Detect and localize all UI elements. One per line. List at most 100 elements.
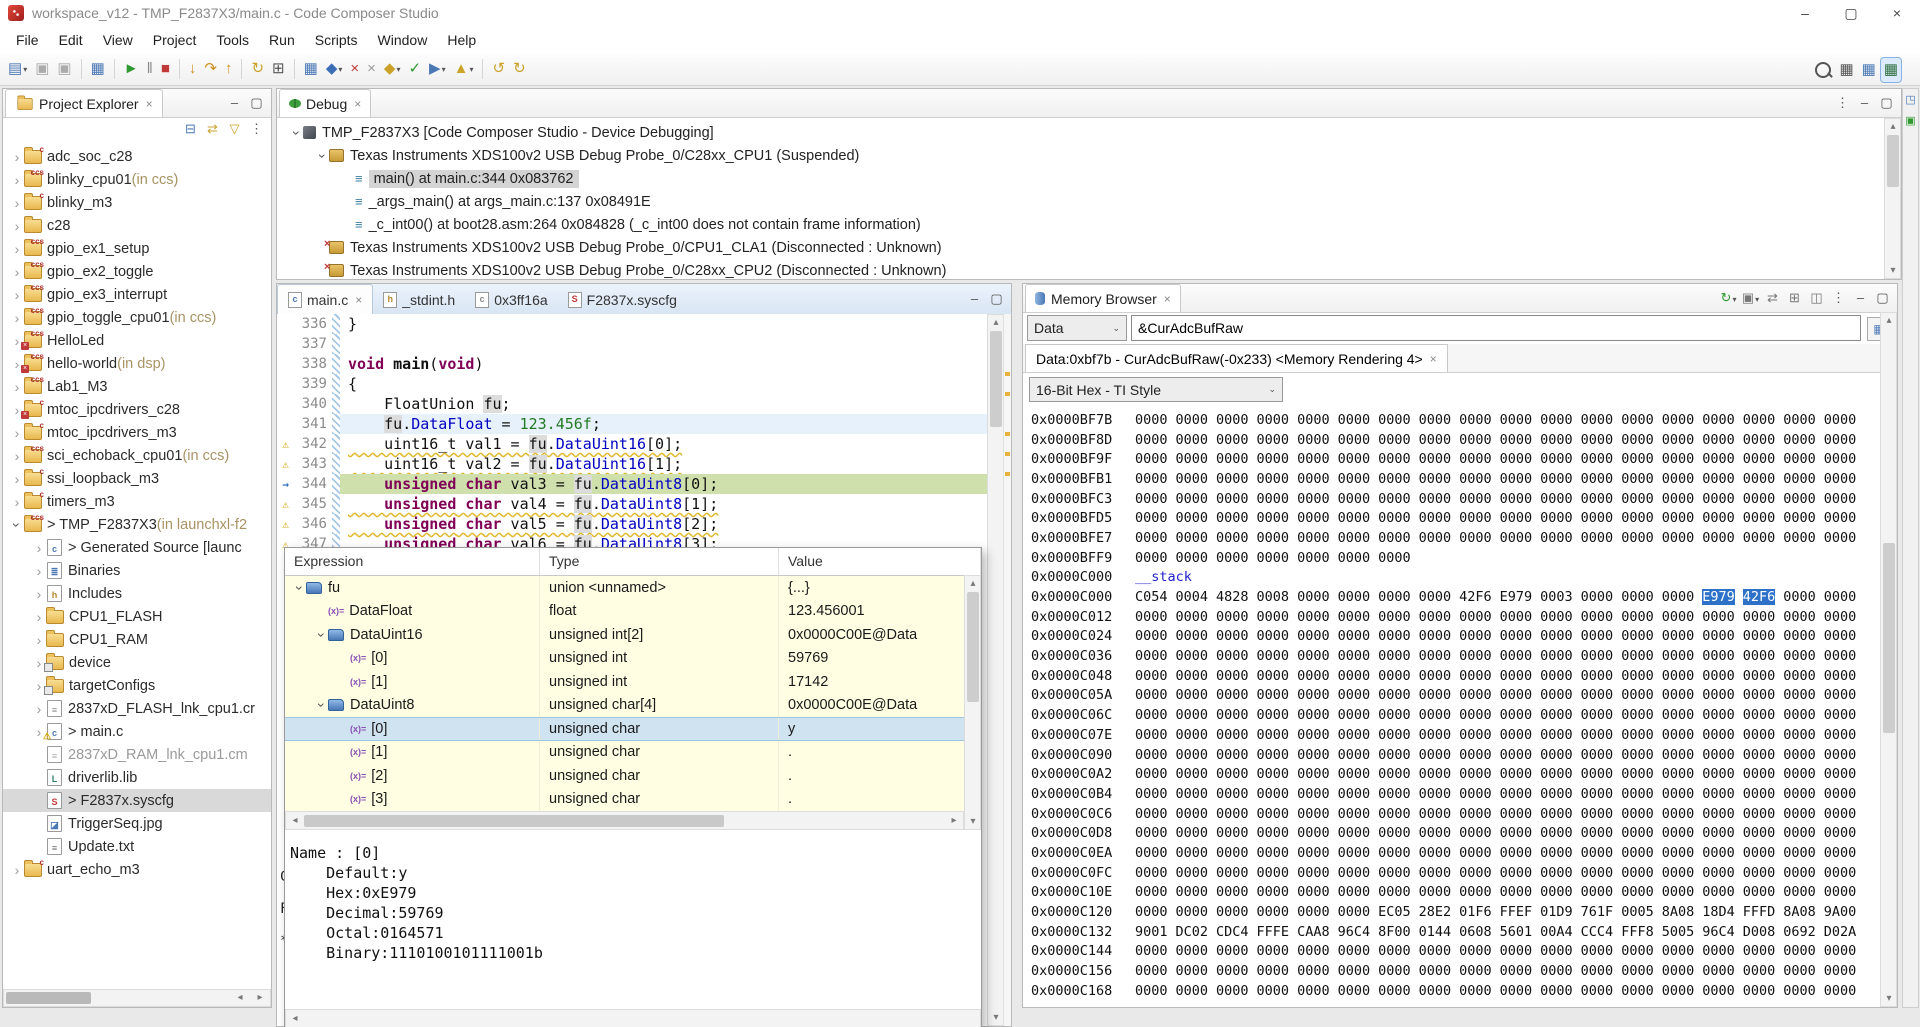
editor-tab-f2837x-syscfg[interactable]: SF2837x.syscfg	[558, 285, 687, 314]
column-value[interactable]: Value	[779, 548, 981, 575]
memory-word[interactable]: 0008	[1257, 589, 1290, 605]
memory-word[interactable]: 0000	[1338, 628, 1371, 644]
memory-word[interactable]: 0000	[1621, 806, 1654, 822]
memory-word[interactable]: 0000	[1419, 707, 1452, 723]
memory-word[interactable]: 8F00	[1378, 924, 1411, 940]
memory-word[interactable]: FFFE	[1257, 924, 1290, 940]
memory-word[interactable]: 0000	[1581, 707, 1614, 723]
memory-word[interactable]: 0000	[1459, 648, 1492, 664]
memory-word[interactable]: 0000	[1419, 747, 1452, 763]
chevron-collapsed-icon[interactable]: ›	[33, 563, 45, 579]
breakpoint-dropdown[interactable]: ◆▾	[323, 57, 346, 81]
project-item[interactable]: ›cblinky_m3	[3, 191, 271, 214]
memory-word[interactable]: 0000	[1500, 471, 1533, 487]
expressions-hscrollbar[interactable]: ◂ ▸	[285, 811, 964, 830]
memory-word[interactable]: 0000	[1135, 609, 1168, 625]
memory-word[interactable]: 0000	[1662, 432, 1695, 448]
memory-word[interactable]: 4828	[1216, 589, 1249, 605]
memory-word[interactable]: 0000	[1540, 510, 1573, 526]
memory-word[interactable]: 0000	[1419, 668, 1452, 684]
new-dropdown[interactable]: ▤▾	[5, 57, 30, 81]
memory-word[interactable]: 0000	[1743, 471, 1776, 487]
memory-word[interactable]: 0000	[1621, 786, 1654, 802]
menu-project[interactable]: Project	[143, 29, 207, 51]
memory-word[interactable]: 0000	[1702, 707, 1735, 723]
memory-word[interactable]: 0000	[1662, 983, 1695, 999]
memory-word[interactable]: 0000	[1135, 904, 1168, 920]
memory-word[interactable]: 0000	[1743, 628, 1776, 644]
memory-word[interactable]: 0000	[1378, 451, 1411, 467]
memory-word[interactable]: 0003	[1540, 589, 1573, 605]
memory-word[interactable]: 0000	[1378, 963, 1411, 979]
code-line[interactable]: 336}	[277, 314, 987, 334]
memory-word[interactable]: 0000	[1662, 806, 1695, 822]
memory-word[interactable]: 0000	[1540, 806, 1573, 822]
memory-word[interactable]: 00A4	[1540, 924, 1573, 940]
memory-word[interactable]: 0000	[1783, 825, 1816, 841]
memory-word[interactable]: 0000	[1621, 825, 1654, 841]
memory-word[interactable]: 0000	[1135, 471, 1168, 487]
project-item[interactable]: ›c⚠> main.c	[3, 720, 271, 743]
memory-word[interactable]: 0000	[1257, 963, 1290, 979]
memory-word[interactable]: C054	[1135, 589, 1168, 605]
memory-word[interactable]: 0000	[1662, 727, 1695, 743]
ccs-edit-perspective-button[interactable]: ▦	[1859, 58, 1879, 82]
scrollbar-thumb[interactable]	[990, 331, 1002, 427]
memory-word[interactable]: 0000	[1297, 825, 1330, 841]
memory-word[interactable]: 0000	[1378, 432, 1411, 448]
memory-word[interactable]: 0000	[1176, 648, 1209, 664]
memory-grid-button[interactable]: ⊞	[269, 57, 288, 81]
memory-address-input[interactable]	[1131, 315, 1861, 341]
memory-word[interactable]: 0000	[1743, 727, 1776, 743]
memory-word[interactable]: 0000	[1621, 530, 1654, 546]
debug-tree-row[interactable]: ≡main() at main.c:344 0x083762	[277, 167, 1883, 190]
tab-memory-browser[interactable]: Memory Browser ×	[1025, 284, 1181, 312]
memory-word[interactable]: 0000	[1135, 884, 1168, 900]
memory-word[interactable]: 0000	[1702, 432, 1735, 448]
memory-word[interactable]: 0000	[1824, 865, 1857, 881]
memory-word[interactable]: 0000	[1540, 727, 1573, 743]
expression-row[interactable]: (x)=[2]unsigned char.	[285, 764, 981, 788]
project-item[interactable]: ›ccssci_echoback_cpu01 (in ccs)	[3, 444, 271, 467]
memory-word[interactable]: 0000	[1459, 825, 1492, 841]
memory-word[interactable]: 0000	[1135, 432, 1168, 448]
memory-word[interactable]: 0000	[1581, 471, 1614, 487]
memory-word[interactable]: 0000	[1459, 609, 1492, 625]
chevron-collapsed-icon[interactable]: ›	[11, 494, 23, 510]
memory-word[interactable]: 0000	[1378, 550, 1411, 566]
memory-word[interactable]: CCC4	[1581, 924, 1614, 940]
memory-word[interactable]: 0000	[1621, 747, 1654, 763]
memory-word[interactable]: 0000	[1621, 510, 1654, 526]
expression-row[interactable]: (x)=[0]unsigned chary	[285, 717, 981, 741]
menu-scripts[interactable]: Scripts	[305, 29, 368, 51]
memory-word[interactable]: 0000	[1135, 510, 1168, 526]
code-line[interactable]: ⚠343 uint16_t val2 = fu.DataUint16[1];	[277, 454, 987, 474]
memory-word[interactable]: 0000	[1378, 825, 1411, 841]
memory-row[interactable]: 0x0000BF9F000000000000000000000000000000…	[1031, 449, 1877, 469]
memory-word[interactable]: E979	[1500, 589, 1533, 605]
project-item[interactable]: ›c28	[3, 214, 271, 237]
memory-word[interactable]: 0000	[1500, 668, 1533, 684]
memory-word[interactable]: 0000	[1419, 806, 1452, 822]
chevron-collapsed-icon[interactable]: ›	[11, 425, 23, 441]
memory-word[interactable]: 0000	[1743, 668, 1776, 684]
menu-file[interactable]: File	[6, 29, 49, 51]
maximize-view-button[interactable]: ▢	[246, 93, 267, 113]
memory-word[interactable]: 0000	[1743, 884, 1776, 900]
memory-word[interactable]: 0000	[1500, 766, 1533, 782]
memory-word[interactable]: 0000	[1419, 865, 1452, 881]
memory-row[interactable]: 0x0000C000C05400044828000800000000000000…	[1031, 587, 1877, 607]
memory-word[interactable]: 0000	[1216, 825, 1249, 841]
memory-word[interactable]: 0000	[1297, 648, 1330, 664]
memory-word[interactable]: 0000	[1216, 648, 1249, 664]
memory-word[interactable]: 0000	[1662, 884, 1695, 900]
memory-word[interactable]: 0000	[1338, 687, 1371, 703]
minimize-view-button[interactable]: –	[224, 93, 245, 113]
memory-word[interactable]: 0000	[1783, 845, 1816, 861]
memory-word[interactable]: 0000	[1419, 825, 1452, 841]
memory-word[interactable]: 0000	[1581, 451, 1614, 467]
memory-word[interactable]: 0000	[1581, 589, 1614, 605]
memory-row[interactable]: 0x0000C090000000000000000000000000000000…	[1031, 745, 1877, 765]
memory-word[interactable]: 0000	[1378, 510, 1411, 526]
memory-word[interactable]: 0000	[1500, 648, 1533, 664]
